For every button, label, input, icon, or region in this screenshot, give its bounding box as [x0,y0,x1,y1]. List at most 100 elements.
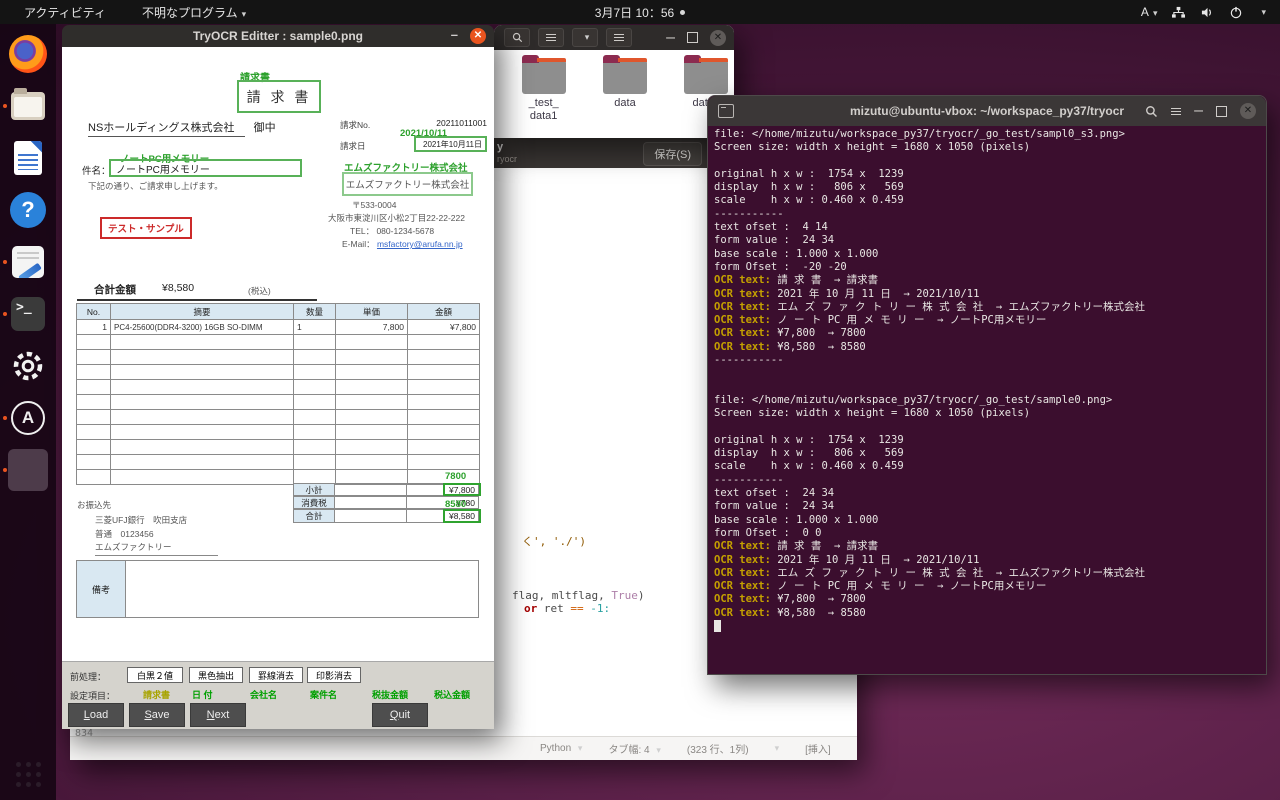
power-icon[interactable] [1229,6,1243,19]
invoice-no-value: 20211011001 [392,118,487,128]
dock-item-settings[interactable] [0,340,56,392]
terminal-titlebar[interactable]: mizutu@ubuntu-vbox: ~/workspace_py37/try… [708,96,1266,126]
dock-item-files[interactable] [0,80,56,132]
terminal-line [714,155,1262,168]
terminal-icon: >_ [8,294,48,334]
preprocess-2[interactable]: 黒色抽出 [189,667,243,683]
table-cell [111,350,294,365]
maximize-icon[interactable] [687,32,698,43]
tax-label: 消費税 [293,496,335,509]
volume-icon[interactable] [1200,6,1215,19]
terminal-line: form value : 24 34 [714,500,1262,513]
table-cell [111,470,294,485]
terminal-line: form Ofset : 0 0 [714,527,1262,540]
table-cell [294,335,336,350]
setting-item-6[interactable]: 税込金額 [434,688,470,701]
minimize-icon[interactable]: – [451,27,458,42]
dock-item-help[interactable]: ? [0,184,56,236]
close-icon[interactable]: ✕ [1240,103,1256,119]
statusbar-tab-width[interactable]: タブ幅: 4 ▾ [608,741,660,756]
terminal-line: original h x w : 1754 x 1239 [714,434,1262,447]
terminal-line: Screen size: width x height = 1680 x 105… [714,407,1262,420]
filemanager-window: ▾ – ✕ _test_data1datadata1 [494,25,734,138]
folder-item[interactable]: _test_data1 [516,60,571,138]
table-cell [408,350,480,365]
save-button[interactable]: Save [129,703,185,727]
activities-button[interactable]: アクティビティ [24,4,106,21]
table-cell [111,455,294,470]
terminal-line: text ofset : 24 34 [714,487,1262,500]
subtotal-ocr-box[interactable] [443,483,481,496]
new-tab-icon[interactable] [718,104,734,118]
search-icon[interactable] [504,28,530,47]
close-icon[interactable]: ✕ [710,30,726,46]
setting-item-2[interactable]: 日 付 [192,688,213,701]
terminal-line: scale h x w : 0.460 x 0.459 [714,460,1262,473]
terminal-line: OCR text: ノ ー ト PC 用 メ モ リ ー → ノートPC用メモリ… [714,580,1262,593]
terminal-line: file: </home/mizutu/workspace_py37/tryoc… [714,394,1262,407]
setting-item-4[interactable]: 案件名 [310,688,337,701]
total-amount: ¥8,580 [162,282,194,294]
dock-item-libreoffice-writer[interactable] [0,132,56,184]
dock-item-text-editor[interactable] [0,236,56,288]
view-list-icon[interactable] [538,28,564,47]
menu-icon[interactable] [1171,106,1181,117]
preprocess-4[interactable]: 印影消去 [307,667,361,683]
table-cell [408,455,480,470]
subject-box[interactable]: ノートPC用メモリー [109,159,302,177]
search-icon[interactable] [1145,105,1158,118]
text-editor-icon [8,242,48,282]
table-cell [111,410,294,425]
network-icon[interactable] [1171,6,1186,19]
next-button[interactable]: Next [190,703,246,727]
statusbar-language[interactable]: Python ▾ [540,743,582,754]
address-text: 大阪市東淀川区小松2丁目22-22-222 [328,212,465,224]
terminal-line: base scale : 1.000 x 1.000 [714,514,1262,527]
maximize-icon[interactable] [1216,106,1227,117]
grand-total-ocr-box[interactable] [443,509,481,523]
minimize-icon[interactable]: – [1194,102,1203,120]
company-box[interactable]: エムズファクトリー株式会社 [342,172,473,196]
view-options-dropdown[interactable]: ▾ [572,28,598,47]
folder-item[interactable]: data [597,60,652,138]
statusbar-insert-mode: [挿入] [805,741,831,756]
setting-item-5[interactable]: 税抜金額 [372,688,408,701]
dock-item-terminal[interactable]: >_ [0,288,56,340]
setting-item-3[interactable]: 会社名 [250,688,277,701]
auxiliary-app-icon: A [8,398,48,438]
ocr-label: OCR text: [714,593,771,605]
table-row: 1PC4-25600(DDR4-3200) 16GB SO-DIMM17,800… [77,320,480,335]
statusbar-caret[interactable]: ▾ [775,743,780,754]
terminal-line: OCR text: ノ ー ト PC 用 メ モ リ ー → ノートPC用メモリ… [714,314,1262,327]
table-cell [77,455,111,470]
libreoffice-writer-icon [8,138,48,178]
menu-icon[interactable] [606,28,632,47]
keyboard-layout-indicator[interactable]: A▾ [1141,5,1158,19]
app-menu-button[interactable]: 不明なプログラム▾ [142,4,246,21]
load-button[interactable]: Load [68,703,124,727]
close-icon[interactable]: ✕ [470,28,486,44]
dock-item-firefox[interactable] [0,28,56,80]
ocr-label: OCR text: [714,567,771,579]
dock-item-auxiliary-app[interactable]: A [0,392,56,444]
system-menu-caret[interactable]: ▾ [1261,7,1266,18]
save-button[interactable]: 保存(S) [643,142,702,166]
setting-item-1[interactable]: 請求書 [143,688,170,701]
date-box[interactable]: 2021年10月11日 [414,136,487,152]
filemanager-titlebar[interactable]: ▾ – ✕ [494,25,734,50]
invoice-title-box[interactable]: 請 求 書 [237,80,321,113]
minimize-icon[interactable]: – [666,29,675,47]
tryocr-titlebar[interactable]: TryOCR Editter : sample0.png – ✕ [62,25,494,47]
terminal-body[interactable]: file: </home/mizutu/workspace_py37/tryoc… [714,128,1262,670]
preprocess-1[interactable]: 白黒２値 [127,667,183,683]
terminal-line: OCR text: 2021 年 10 月 11 日 → 2021/10/11 [714,554,1262,567]
email-link[interactable]: msfactory@arufa.nn.jp [377,239,463,249]
clock[interactable]: 3月7日 10：56 [595,4,674,21]
dock-item-window-thumbnail[interactable] [0,444,56,496]
terminal-line: display h x w : 806 x 569 [714,181,1262,194]
table-cell [336,350,408,365]
preprocess-3[interactable]: 罫線消去 [249,667,303,683]
quit-button[interactable]: Quit [372,703,428,727]
dock: ? >_ A [0,24,56,800]
table-cell [77,380,111,395]
